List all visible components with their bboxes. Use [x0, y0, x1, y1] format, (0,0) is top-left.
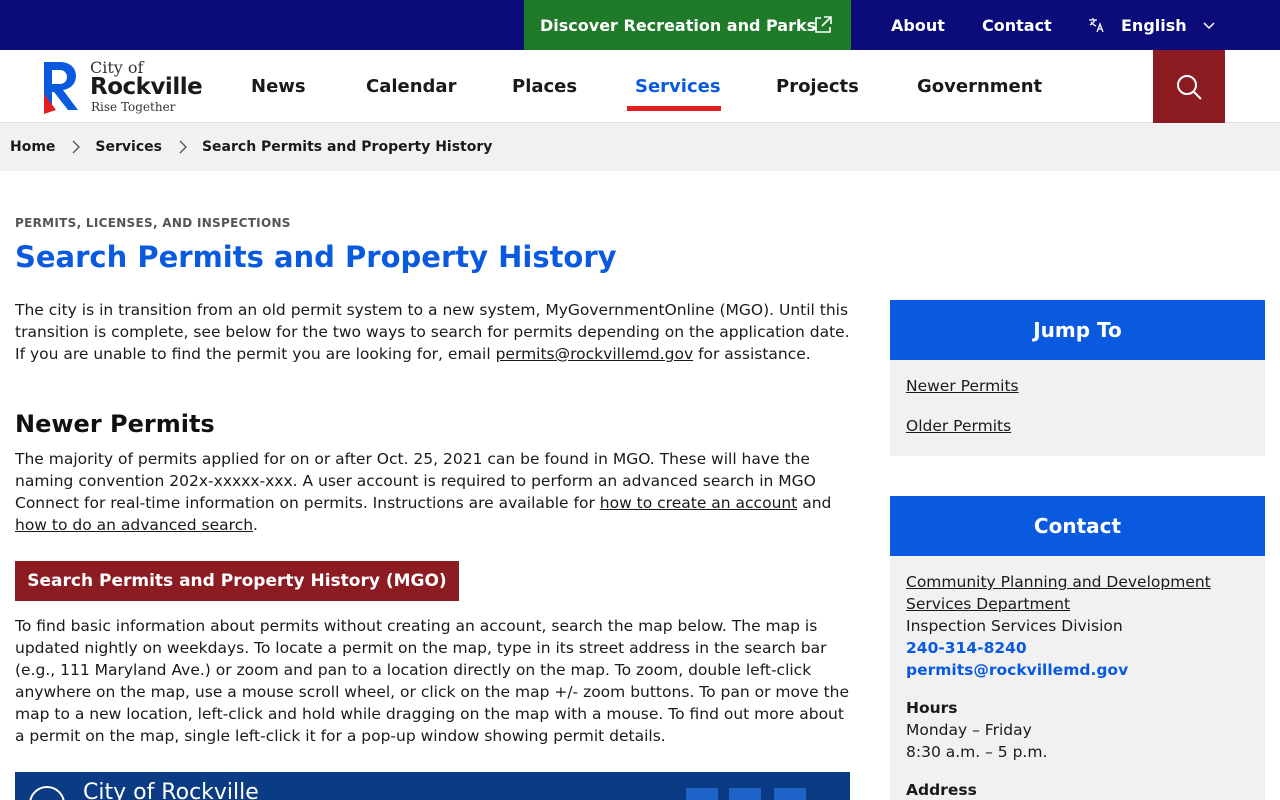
- contact-heading: Contact: [890, 496, 1265, 556]
- nav-services[interactable]: Services: [635, 50, 721, 123]
- contact-link[interactable]: Contact: [982, 0, 1052, 50]
- logo-name-text: Rockville: [90, 74, 203, 100]
- breadcrumb: Home Services Search Permits and Propert…: [0, 123, 1280, 171]
- breadcrumb-current: Search Permits and Property History: [201, 139, 493, 155]
- external-link-icon: [815, 16, 832, 33]
- translate-icon: [1089, 18, 1104, 33]
- division-name: Inspection Services Division: [906, 617, 1123, 635]
- language-selector[interactable]: English: [1087, 0, 1215, 50]
- advanced-search-link[interactable]: how to do an advanced search: [15, 516, 253, 534]
- recreation-label: Discover Recreation and Parks: [540, 15, 817, 35]
- map-title: City of Rockville: [83, 780, 259, 800]
- site-logo[interactable]: City of Rockville Rise Together: [40, 58, 210, 116]
- utility-bar: Discover Recreation and Parks About Cont…: [0, 0, 1280, 50]
- newer-permits-heading: Newer Permits: [15, 410, 215, 438]
- hours-time: 8:30 a.m. – 5 p.m.: [906, 743, 1048, 761]
- logo-tagline: Rise Together: [91, 100, 176, 114]
- breadcrumb-home[interactable]: Home: [10, 139, 55, 155]
- city-seal-icon: [29, 786, 65, 800]
- page-title: Search Permits and Property History: [15, 240, 617, 274]
- chevron-right-icon: [72, 140, 81, 154]
- chevron-right-icon: [179, 140, 187, 154]
- jump-to-heading: Jump To: [890, 300, 1265, 360]
- contact-email-link[interactable]: permits@rockvillemd.gov: [906, 659, 1128, 681]
- newer-permits-paragraph: The majority of permits applied for on o…: [15, 448, 855, 536]
- address-label: Address: [906, 781, 977, 799]
- breadcrumb-services[interactable]: Services: [95, 139, 162, 155]
- map-list-icon[interactable]: [686, 788, 718, 800]
- map-bookmark-icon[interactable]: [774, 788, 806, 800]
- nav-active-indicator: [627, 106, 721, 111]
- nav-government[interactable]: Government: [917, 50, 1042, 123]
- jump-to-panel: Newer Permits Older Permits: [890, 360, 1265, 456]
- chevron-down-icon: [1203, 22, 1215, 30]
- department-link-line2[interactable]: Services Department: [906, 593, 1070, 615]
- newer-and: and: [797, 494, 832, 512]
- recreation-link[interactable]: Discover Recreation and Parks: [524, 0, 851, 50]
- search-button[interactable]: [1153, 50, 1225, 123]
- hours-label: Hours: [906, 699, 958, 717]
- department-link-line1[interactable]: Community Planning and Development: [906, 571, 1211, 593]
- contact-panel: Community Planning and Development Servi…: [890, 556, 1265, 800]
- jump-older-permits-link[interactable]: Older Permits: [906, 417, 1011, 435]
- search-icon: [1177, 74, 1202, 100]
- about-link[interactable]: About: [891, 0, 945, 50]
- intro-tail: for assistance.: [693, 345, 811, 363]
- nav-news[interactable]: News: [251, 50, 306, 123]
- map-instructions-paragraph: To find basic information about permits …: [15, 617, 850, 745]
- search-permits-mgo-button[interactable]: Search Permits and Property History (MGO…: [15, 561, 459, 601]
- nav-calendar[interactable]: Calendar: [366, 50, 456, 123]
- language-label: English: [1121, 15, 1187, 35]
- nav-projects[interactable]: Projects: [776, 50, 859, 123]
- site-header: City of Rockville Rise Together News Cal…: [0, 50, 1280, 123]
- map-layers-icon[interactable]: [729, 788, 761, 800]
- newer-period: .: [253, 516, 258, 534]
- intro-paragraph: The city is in transition from an old pe…: [15, 299, 855, 365]
- jump-newer-permits-link[interactable]: Newer Permits: [906, 377, 1019, 395]
- nav-places[interactable]: Places: [512, 50, 577, 123]
- contact-phone-link[interactable]: 240-314-8240: [906, 637, 1027, 659]
- map-header-bar: City of Rockville: [15, 772, 850, 800]
- intro-email-link[interactable]: permits@rockvillemd.gov: [496, 345, 694, 363]
- rockville-logo-mark: [44, 62, 78, 114]
- page-category: PERMITS, LICENSES, AND INSPECTIONS: [15, 216, 291, 230]
- hours-days: Monday – Friday: [906, 721, 1032, 739]
- create-account-link[interactable]: how to create an account: [600, 494, 798, 512]
